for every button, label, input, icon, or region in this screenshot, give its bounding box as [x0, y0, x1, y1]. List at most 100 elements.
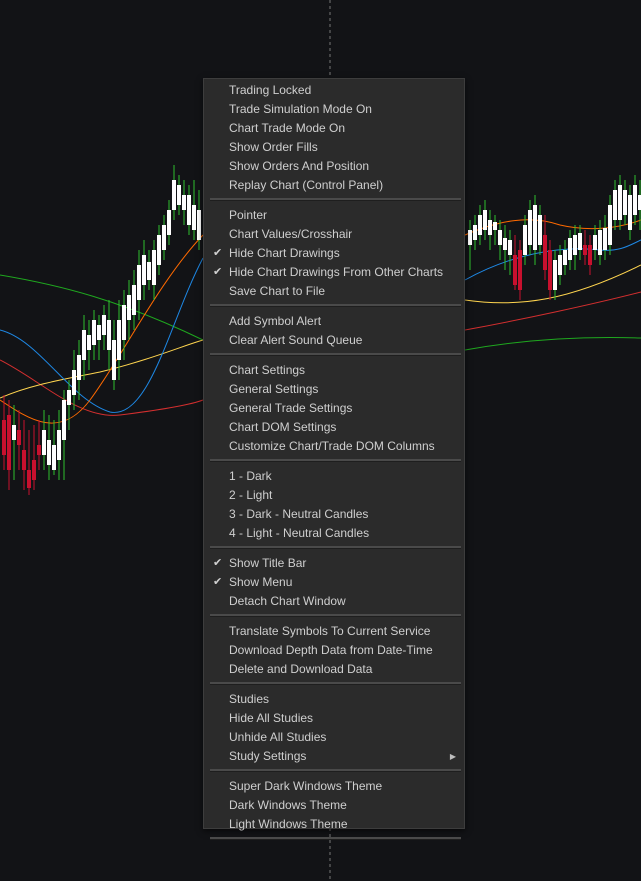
menu-item-3-dark-neutral-candles[interactable]: 3 - Dark - Neutral Candles [204, 505, 464, 524]
menu-item-unhide-all-studies[interactable]: Unhide All Studies [204, 728, 464, 747]
moving-average-line [0, 339, 204, 399]
menu-item-pointer[interactable]: Pointer [204, 206, 464, 225]
menu-item-label: Customize Chart/Trade DOM Columns [229, 439, 435, 453]
candle-body [548, 250, 552, 290]
candle-body [588, 245, 592, 265]
menu-item-light-windows-theme[interactable]: Light Windows Theme [204, 815, 464, 834]
candle-body [568, 238, 572, 260]
candle-body [42, 430, 46, 455]
menu-item-hide-chart-drawings[interactable]: ✔ Hide Chart Drawings [204, 244, 464, 263]
menu-item-chart-trade-mode-on[interactable]: Chart Trade Mode On [204, 119, 464, 138]
menu-item-label: Add Symbol Alert [229, 314, 322, 328]
candle-body [157, 235, 161, 265]
candle-body [172, 180, 176, 210]
candle-body [598, 230, 602, 255]
moving-average-line [0, 257, 204, 413]
menu-item-translate-symbols-to-current-service[interactable]: Translate Symbols To Current Service [204, 622, 464, 641]
candle-body [2, 420, 6, 455]
candle-body [553, 260, 557, 290]
menu-item-replay-chart-control-panel[interactable]: Replay Chart (Control Panel) [204, 176, 464, 195]
menu-item-studies[interactable]: Studies [204, 690, 464, 709]
menu-item-dark-windows-theme[interactable]: Dark Windows Theme [204, 796, 464, 815]
menu-item-show-menu[interactable]: ✔ Show Menu [204, 573, 464, 592]
menu-item-customize-chart-trade-dom-columns[interactable]: Customize Chart/Trade DOM Columns [204, 437, 464, 456]
menu-item-2-light[interactable]: 2 - Light [204, 486, 464, 505]
menu-item-hide-all-studies[interactable]: Hide All Studies [204, 709, 464, 728]
candle-body [117, 320, 121, 360]
menu-separator [210, 614, 461, 617]
candle-body [623, 190, 627, 215]
menu-item-1-dark[interactable]: 1 - Dark [204, 467, 464, 486]
candle-body [593, 235, 597, 250]
menu-item-label: 1 - Dark [229, 469, 272, 483]
candle-body [182, 195, 186, 210]
menu-separator [210, 546, 461, 549]
candle-body [177, 185, 181, 205]
candle-body [7, 415, 11, 470]
menu-item-trading-locked[interactable]: Trading Locked [204, 81, 464, 100]
menu-item-label: Trading Locked [229, 83, 312, 97]
menu-separator [210, 353, 461, 356]
candle-body [513, 255, 517, 285]
menu-item-label: Detach Chart Window [229, 594, 346, 608]
candle-body [142, 255, 146, 285]
candle-body [97, 325, 101, 340]
candle-body [187, 195, 191, 225]
menu-item-label: Light Windows Theme [229, 817, 348, 831]
menu-item-label: 3 - Dark - Neutral Candles [229, 507, 369, 521]
candle-body [72, 370, 76, 395]
menu-item-study-settings[interactable]: Study Settings ▶ [204, 747, 464, 766]
menu-item-label: Hide Chart Drawings [229, 246, 340, 260]
candle-body [533, 205, 537, 250]
menu-item-delete-and-download-data[interactable]: Delete and Download Data [204, 660, 464, 679]
candle-body [92, 320, 96, 345]
candle-body [508, 240, 512, 255]
menu-group: Add Symbol Alert Clear Alert Sound Queue [204, 310, 464, 350]
menu-group: Trading Locked Trade Simulation Mode On Ch… [204, 79, 464, 195]
menu-group: Chart Settings General Settings General Tr… [204, 359, 464, 456]
menu-item-save-chart-to-file[interactable]: Save Chart to File [204, 282, 464, 301]
menu-separator [210, 198, 461, 201]
candle-body [608, 205, 612, 245]
menu-item-hide-chart-drawings-from-other-charts[interactable]: ✔ Hide Chart Drawings From Other Charts [204, 263, 464, 282]
menu-item-show-order-fills[interactable]: Show Order Fills [204, 138, 464, 157]
menu-item-general-trade-settings[interactable]: General Trade Settings [204, 399, 464, 418]
candle-body [62, 400, 66, 440]
menu-separator [210, 769, 461, 772]
menu-group: Translate Symbols To Current Service Down… [204, 620, 464, 679]
menu-item-label: Chart Values/Crosshair [229, 227, 353, 241]
menu-item-4-light-neutral-candles[interactable]: 4 - Light - Neutral Candles [204, 524, 464, 543]
menu-item-clear-alert-sound-queue[interactable]: Clear Alert Sound Queue [204, 331, 464, 350]
menu-item-download-depth-data-from-date-time[interactable]: Download Depth Data from Date-Time [204, 641, 464, 660]
menu-item-label: Clear Alert Sound Queue [229, 333, 363, 347]
check-icon: ✔ [213, 557, 223, 569]
candle-body [167, 210, 171, 235]
menu-item-super-dark-windows-theme[interactable]: Super Dark Windows Theme [204, 777, 464, 796]
candle-body [563, 250, 567, 265]
menu-group: ✔ Show Title Bar ✔ Show Menu Detach Chart Wi… [204, 552, 464, 611]
menu-item-chart-values-crosshair[interactable]: Chart Values/Crosshair [204, 225, 464, 244]
check-icon: ✔ [213, 576, 223, 588]
candle-body [583, 245, 587, 255]
candle-body [523, 225, 527, 255]
menu-item-label: Delete and Download Data [229, 662, 373, 676]
candle-body [633, 185, 637, 215]
menu-item-show-title-bar[interactable]: ✔ Show Title Bar [204, 554, 464, 573]
candle-body [528, 210, 532, 245]
menu-item-label: Show Orders And Position [229, 159, 370, 173]
candle-body [27, 470, 31, 488]
menu-item-general-settings[interactable]: General Settings [204, 380, 464, 399]
menu-item-label: 4 - Light - Neutral Candles [229, 526, 370, 540]
candle-body [12, 425, 16, 440]
menu-item-show-orders-and-position[interactable]: Show Orders And Position [204, 157, 464, 176]
candle-body [67, 390, 71, 405]
menu-item-trade-simulation-mode-on[interactable]: Trade Simulation Mode On [204, 100, 464, 119]
menu-item-add-symbol-alert[interactable]: Add Symbol Alert [204, 312, 464, 331]
menu-item-chart-settings[interactable]: Chart Settings [204, 361, 464, 380]
menu-item-label: Show Title Bar [229, 556, 307, 570]
menu-group: Super Dark Windows Theme Dark Windows The… [204, 775, 464, 834]
candle-body [488, 220, 492, 235]
menu-item-detach-chart-window[interactable]: Detach Chart Window [204, 592, 464, 611]
moving-average-line [0, 274, 204, 341]
menu-item-chart-dom-settings[interactable]: Chart DOM Settings [204, 418, 464, 437]
